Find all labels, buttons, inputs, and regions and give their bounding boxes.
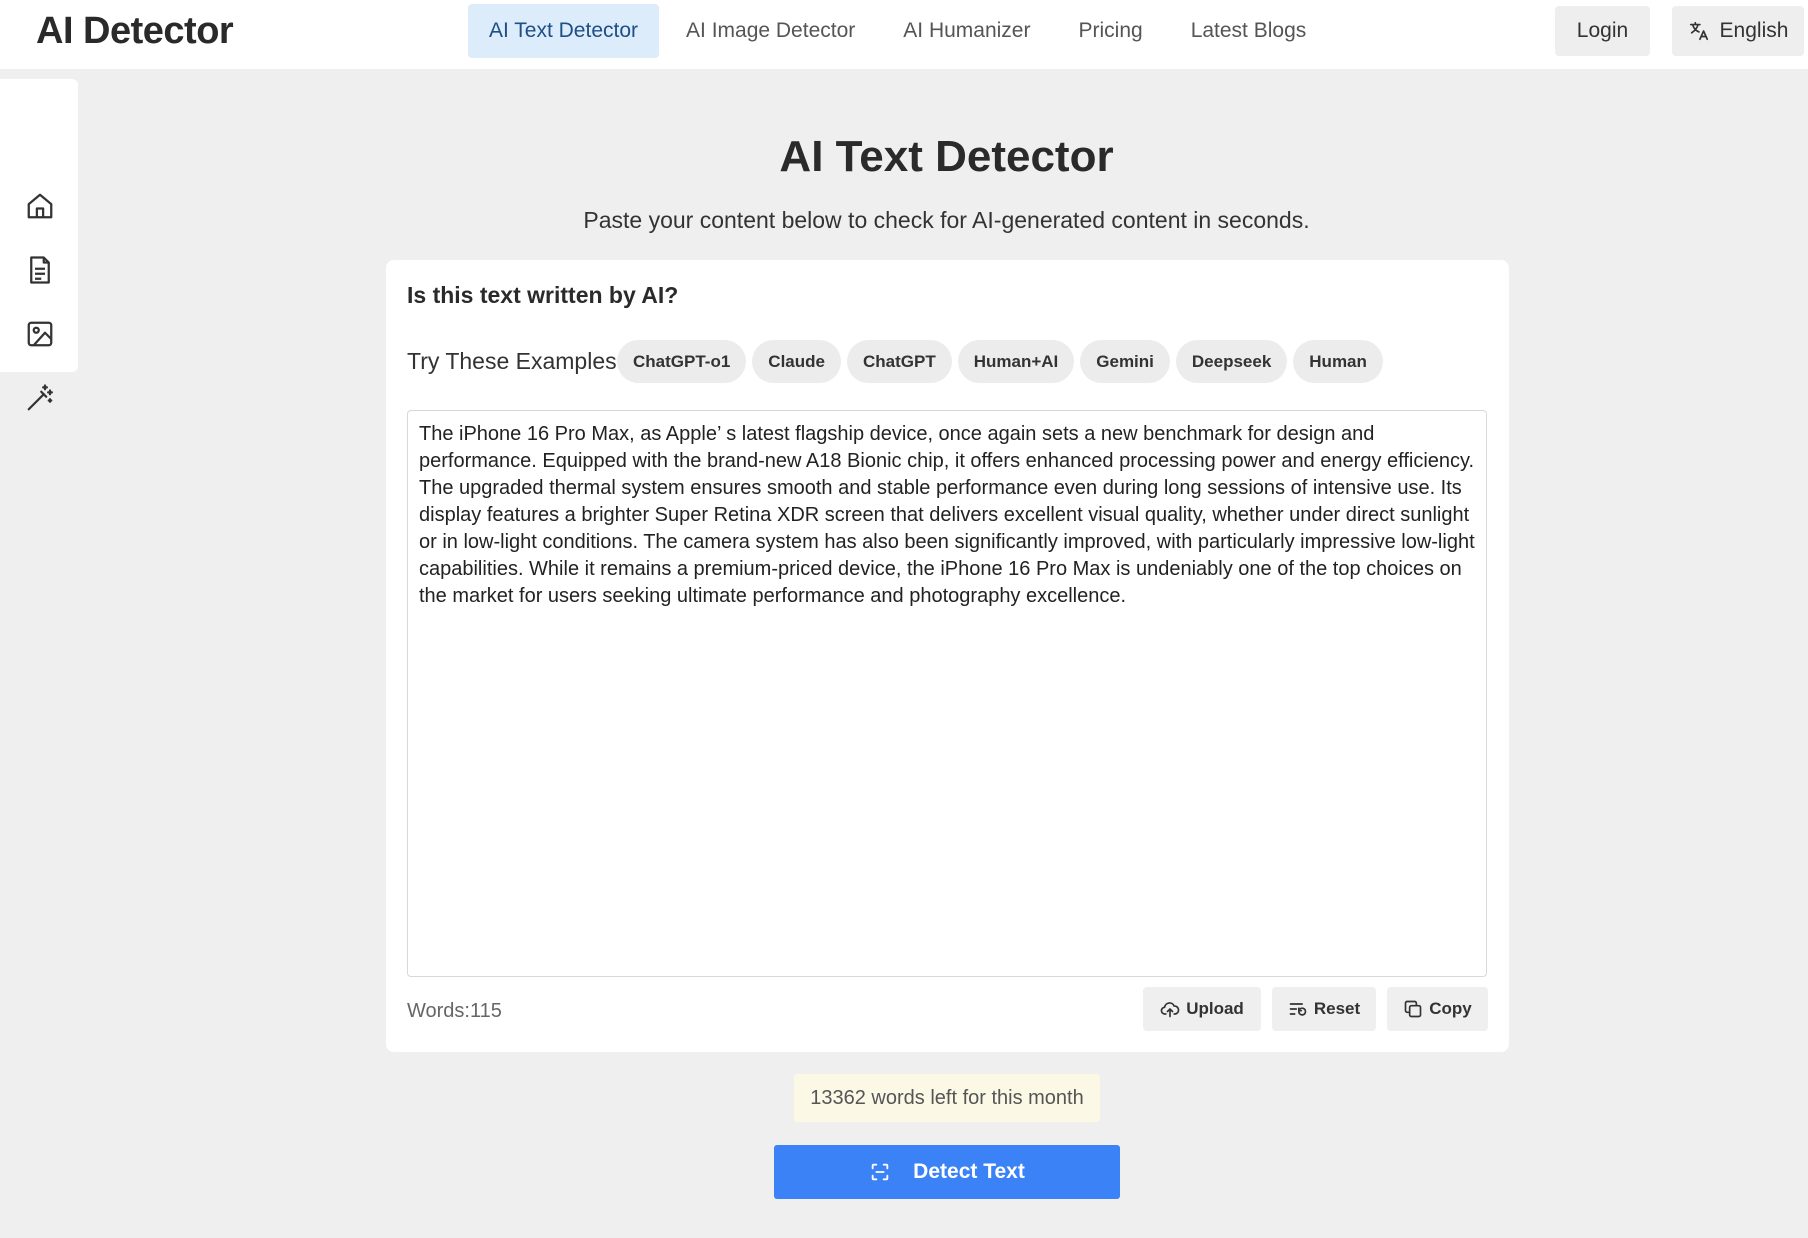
card-question: Is this text written by AI? [407,282,679,308]
upload-button[interactable]: Upload [1143,987,1261,1031]
example-chip-gemini[interactable]: Gemini [1080,340,1170,383]
word-count: Words:115 [407,1000,502,1022]
login-button[interactable]: Login [1555,6,1650,56]
language-label: English [1719,19,1789,42]
detect-text-button[interactable]: Detect Text [774,1145,1120,1199]
copy-label: Copy [1429,999,1472,1018]
detector-card: Is this text written by AI? Try These Ex… [386,260,1509,1052]
nav-ai-humanizer[interactable]: AI Humanizer [882,4,1051,58]
logo[interactable]: AI Detector [36,10,234,53]
main-nav: AI Text Detector AI Image Detector AI Hu… [468,4,1333,58]
page-subtitle: Paste your content below to check for AI… [583,207,1310,233]
detect-label: Detect Text [913,1160,1025,1183]
language-button[interactable]: English [1672,6,1804,56]
copy-icon [1403,999,1423,1019]
sidebar-item-text[interactable] [22,252,58,288]
examples-label: Try These Examples: [407,348,624,374]
sidebar-item-image[interactable] [22,316,58,352]
example-chips: ChatGPT-o1 Claude ChatGPT Human+AI Gemin… [617,340,1383,383]
nav-ai-text-detector[interactable]: AI Text Detector [468,4,660,58]
reset-icon [1288,999,1308,1019]
copy-button[interactable]: Copy [1387,987,1488,1031]
text-input[interactable]: The iPhone 16 Pro Max, as Apple’ s lates… [407,410,1487,977]
example-chip-chatgpt[interactable]: ChatGPT [846,340,952,383]
page-title: AI Text Detector [779,132,1114,181]
example-chip-deepseek[interactable]: Deepseek [1175,340,1288,383]
nav-ai-image-detector[interactable]: AI Image Detector [665,4,876,58]
upload-cloud-icon [1160,999,1180,1019]
example-chip-chatgpt-o1[interactable]: ChatGPT-o1 [617,340,747,383]
upload-label: Upload [1186,999,1244,1018]
reset-label: Reset [1313,999,1361,1018]
translate-icon [1688,20,1710,42]
reset-button[interactable]: Reset [1272,987,1376,1031]
top-header: AI Detector AI Text Detector AI Image De… [0,0,1808,69]
document-icon [25,255,55,285]
example-chip-claude[interactable]: Claude [752,340,841,383]
image-icon [25,319,55,349]
nav-latest-blogs[interactable]: Latest Blogs [1170,4,1328,58]
word-quota-notice: 13362 words left for this month [794,1074,1100,1122]
magic-wand-icon [25,383,55,413]
example-chip-human-ai[interactable]: Human+AI [957,340,1075,383]
sidebar-item-humanizer[interactable] [22,380,58,416]
nav-pricing[interactable]: Pricing [1057,4,1163,58]
example-chip-human[interactable]: Human [1293,340,1383,383]
scan-icon [869,1161,891,1183]
